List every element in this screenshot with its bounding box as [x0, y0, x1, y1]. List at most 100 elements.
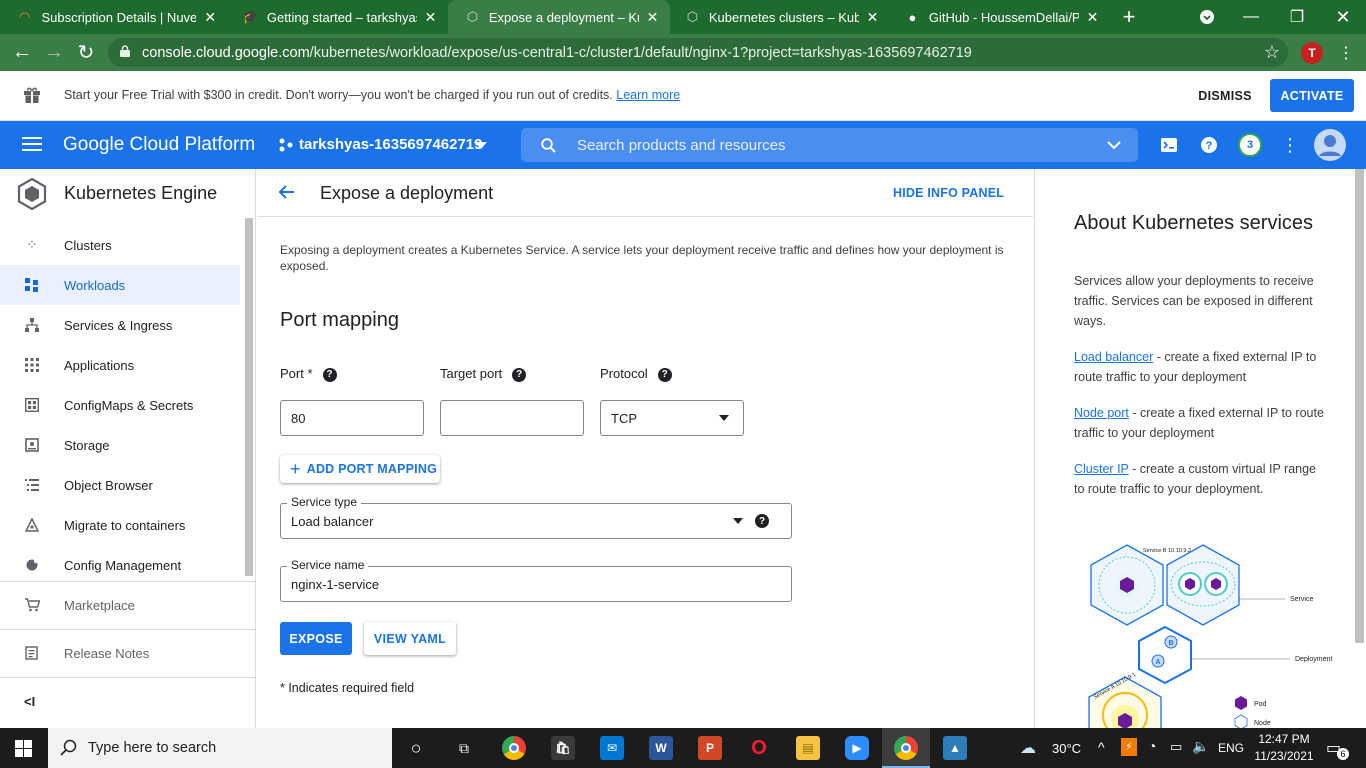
sidebar-item-migrate-to-containers[interactable]: Migrate to containers — [0, 505, 240, 545]
help-icon[interactable]: ? — [512, 367, 527, 382]
close-tab-icon[interactable]: ✕ — [202, 9, 218, 26]
sidebar-item-config-management[interactable]: Config Management — [0, 545, 240, 585]
dismiss-button[interactable]: DISMISS — [1188, 81, 1262, 111]
reload-icon[interactable]: ↻ — [70, 34, 102, 71]
taskbar-search[interactable]: Type here to search — [48, 728, 392, 768]
sidebar-item-marketplace[interactable]: Marketplace — [0, 585, 240, 625]
language-indicator[interactable]: ENG — [1218, 741, 1244, 755]
chrome-profile-icon[interactable] — [894, 736, 918, 760]
sidebar-item-applications[interactable]: Applications — [0, 345, 240, 385]
store-icon[interactable]: 🛍 — [551, 736, 575, 760]
cloud-shell-icon[interactable] — [1158, 134, 1180, 156]
search-placeholder: Search products and resources — [577, 137, 786, 154]
help-icon[interactable]: ? — [755, 514, 769, 528]
sidebar-item-workloads[interactable]: Workloads — [0, 265, 240, 305]
windows-start-icon[interactable] — [15, 740, 32, 757]
clock-date[interactable]: 11/23/2021 — [1252, 749, 1316, 763]
temperature[interactable]: 30°C — [1052, 741, 1081, 756]
page-title: Expose a deployment — [320, 183, 494, 203]
browser-menu-icon[interactable]: ⋮ — [1330, 34, 1362, 71]
sidebar-item-clusters[interactable]: ⁘ Clusters — [0, 225, 240, 265]
tab-search-icon[interactable] — [1184, 0, 1230, 34]
config-management-icon — [24, 557, 40, 573]
search-bar[interactable]: Search products and resources — [521, 128, 1138, 162]
chrome-icon[interactable] — [502, 736, 526, 760]
opera-icon[interactable]: O — [747, 736, 771, 760]
browser-tab[interactable]: 🎓 Getting started – tarkshyas-1635 ✕ — [226, 0, 448, 34]
sidebar-item-object-browser[interactable]: Object Browser — [0, 465, 240, 505]
chevron-down-icon[interactable] — [475, 142, 487, 149]
sidebar-item-release-notes[interactable]: Release Notes — [0, 633, 240, 673]
close-tab-icon[interactable]: ✕ — [423, 9, 438, 26]
view-yaml-button[interactable]: VIEW YAML — [364, 622, 456, 655]
file-explorer-icon[interactable]: ▤ — [796, 736, 820, 760]
hamburger-menu-icon[interactable] — [22, 136, 42, 152]
service-name-field[interactable]: Service name nginx-1-service — [280, 558, 792, 602]
tray-expand-icon[interactable]: ^ — [1098, 739, 1105, 755]
help-icon[interactable]: ? — [322, 367, 337, 382]
task-view-icon[interactable]: ⧉ — [452, 736, 476, 760]
help-icon[interactable]: ? — [1198, 134, 1220, 156]
expand-search-icon[interactable] — [1107, 141, 1121, 150]
project-selector[interactable]: tarkshyas-1635697462719 — [299, 136, 483, 153]
close-tab-icon[interactable]: ✕ — [865, 9, 880, 26]
photos-icon[interactable]: ▲ — [943, 736, 967, 760]
address-bar[interactable]: console.cloud.google.com/kubernetes/work… — [108, 38, 1288, 67]
mail-icon[interactable]: ✉ — [600, 736, 624, 760]
info-node-port: Node port - create a fixed external IP t… — [1074, 403, 1324, 443]
node-port-link[interactable]: Node port — [1074, 406, 1129, 420]
service-type-select[interactable]: Service type Load balancer ? — [280, 495, 792, 539]
cluster-ip-link[interactable]: Cluster IP — [1074, 462, 1129, 476]
minimize-icon[interactable]: — — [1228, 0, 1274, 34]
load-balancer-link[interactable]: Load balancer — [1074, 350, 1153, 364]
close-tab-icon[interactable]: ✕ — [645, 9, 660, 26]
tab-title: Subscription Details | Nuvepro — [41, 9, 197, 25]
window-close-icon[interactable]: ✕ — [1320, 0, 1366, 34]
more-vert-icon[interactable]: ⋮ — [1280, 134, 1300, 156]
word-icon[interactable]: W — [649, 736, 673, 760]
back-icon[interactable]: ← — [6, 34, 38, 71]
sidebar-item-storage[interactable]: Storage — [0, 425, 240, 465]
forward-icon[interactable]: → — [38, 34, 70, 71]
account-avatar[interactable] — [1313, 128, 1347, 162]
collapse-sidebar-icon[interactable]: <I — [24, 694, 35, 709]
browser-tab-active[interactable]: ⬡ Expose a deployment – Kubernetes ✕ — [448, 0, 670, 34]
wifi-icon[interactable]: ◔ — [1148, 738, 1156, 754]
sidebar-item-services-ingress[interactable]: Services & Ingress — [0, 305, 240, 345]
service-b-hexagons — [1090, 544, 1240, 626]
expose-button[interactable]: EXPOSE — [280, 622, 352, 655]
sidebar-scrollbar[interactable] — [245, 218, 253, 576]
learn-more-link[interactable]: Learn more — [616, 88, 680, 102]
powerpoint-icon[interactable]: P — [698, 736, 722, 760]
profile-avatar[interactable]: T — [1301, 42, 1323, 64]
bookmark-star-icon[interactable]: ☆ — [1256, 34, 1288, 71]
brand-title[interactable]: Google Cloud Platform — [63, 134, 255, 156]
back-arrow-icon[interactable] — [275, 181, 297, 203]
activate-button[interactable]: ACTIVATE — [1270, 79, 1354, 112]
zoom-icon[interactable]: ▶ — [845, 736, 869, 760]
sidebar-item-configmaps-secrets[interactable]: ConfigMaps & Secrets — [0, 385, 240, 425]
help-icon[interactable]: ? — [657, 367, 672, 382]
browser-tab[interactable]: ◠ Subscription Details | Nuvepro ✕ — [0, 0, 228, 34]
target-port-input[interactable] — [440, 400, 584, 436]
clock-time[interactable]: 12:47 PM — [1256, 732, 1312, 746]
new-tab-icon[interactable]: + — [1106, 0, 1152, 34]
volume-icon[interactable]: 🔈 — [1192, 738, 1209, 755]
search-icon — [541, 138, 556, 153]
svg-text:?: ? — [1206, 140, 1213, 152]
app-tray-icon[interactable]: ⚡ — [1121, 738, 1137, 756]
cortana-icon[interactable]: ○ — [404, 736, 428, 760]
hide-info-panel-button[interactable]: HIDE INFO PANEL — [893, 186, 1004, 200]
notifications-badge[interactable]: 3 — [1238, 133, 1262, 157]
restore-icon[interactable]: ❐ — [1274, 0, 1320, 34]
add-port-mapping-button[interactable]: + ADD PORT MAPPING — [280, 455, 440, 483]
info-panel-scrollbar[interactable] — [1355, 169, 1364, 643]
close-tab-icon[interactable]: ✕ — [1085, 9, 1100, 26]
browser-tab[interactable]: ⬡ Kubernetes clusters – Kubernetes ✕ — [668, 0, 890, 34]
weather-icon[interactable]: ☁ — [1020, 738, 1036, 758]
port-input[interactable]: 80 — [280, 400, 424, 436]
port-label-text: Port * — [280, 366, 313, 381]
protocol-select[interactable]: TCP — [600, 400, 744, 436]
browser-tab[interactable]: ● GitHub - HoussemDellai/Prod ✕ — [888, 0, 1110, 34]
battery-icon[interactable]: ▭ — [1170, 739, 1182, 755]
